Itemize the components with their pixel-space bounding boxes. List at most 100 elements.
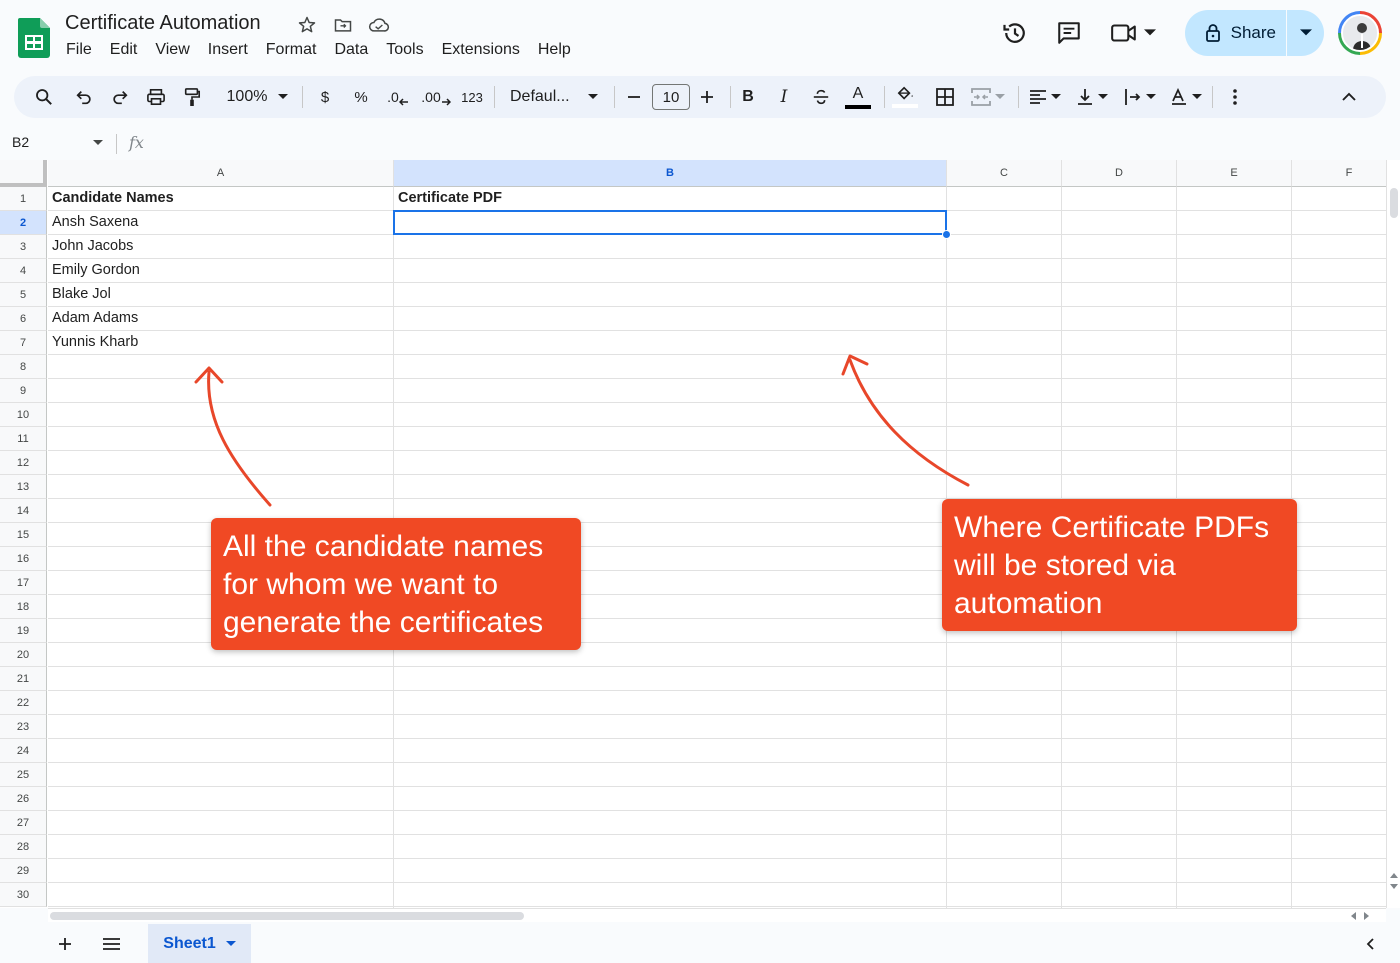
row-header[interactable]: 3	[0, 235, 47, 259]
row-header[interactable]: 27	[0, 811, 47, 835]
row-header[interactable]: 18	[0, 595, 47, 619]
menu-format[interactable]: Format	[266, 41, 317, 59]
cell-b7[interactable]	[394, 331, 947, 354]
explore-collapse-icon[interactable]	[1366, 938, 1374, 950]
cell-a1[interactable]: Candidate Names	[48, 187, 394, 210]
fill-handle[interactable]	[942, 230, 951, 239]
row-header[interactable]: 8	[0, 355, 47, 379]
cell-b24[interactable]	[394, 739, 947, 762]
cell-b6[interactable]	[394, 307, 947, 330]
cell-a12[interactable]	[48, 451, 394, 474]
zoom-caret-icon[interactable]	[276, 76, 290, 118]
cell-a30[interactable]	[48, 883, 394, 906]
name-box-caret-icon[interactable]	[93, 140, 103, 146]
row-header[interactable]: 5	[0, 283, 47, 307]
cell-a23[interactable]	[48, 715, 394, 738]
cell-b13[interactable]	[394, 475, 947, 498]
cell-a27[interactable]	[48, 811, 394, 834]
cell-b10[interactable]	[394, 403, 947, 426]
name-box[interactable]: B2	[12, 134, 29, 150]
cell-a22[interactable]	[48, 691, 394, 714]
row-header[interactable]: 21	[0, 667, 47, 691]
font-size-input[interactable]: 10	[652, 84, 690, 110]
undo-icon[interactable]	[70, 76, 98, 118]
cell-a28[interactable]	[48, 835, 394, 858]
sheet-tab[interactable]: Sheet1	[148, 924, 251, 963]
row-header[interactable]: 20	[0, 643, 47, 667]
row-header[interactable]: 2	[0, 211, 47, 235]
share-dropdown[interactable]	[1286, 10, 1324, 56]
cell-b12[interactable]	[394, 451, 947, 474]
scroll-up-icon[interactable]	[1390, 872, 1398, 878]
scroll-left-icon[interactable]	[1350, 912, 1356, 920]
cell-a25[interactable]	[48, 763, 394, 786]
row-header[interactable]: 30	[0, 883, 47, 907]
cell-a6[interactable]: Adam Adams	[48, 307, 394, 330]
zoom-select[interactable]: 100%	[218, 76, 276, 118]
menu-view[interactable]: View	[155, 41, 189, 59]
menu-data[interactable]: Data	[334, 41, 368, 59]
row-header[interactable]: 15	[0, 523, 47, 547]
cloud-status-icon[interactable]	[368, 14, 390, 36]
strikethrough-icon[interactable]	[810, 76, 832, 118]
font-family-select[interactable]: Defaul...	[510, 76, 576, 118]
cell-b27[interactable]	[394, 811, 947, 834]
scroll-right-icon[interactable]	[1364, 912, 1370, 920]
star-icon[interactable]	[296, 14, 318, 36]
document-title[interactable]: Certificate Automation	[65, 12, 261, 35]
cell-a3[interactable]: John Jacobs	[48, 235, 394, 258]
cell-b28[interactable]	[394, 835, 947, 858]
text-wrapping-icon[interactable]	[1120, 76, 1160, 118]
menu-tools[interactable]: Tools	[386, 41, 423, 59]
sheets-logo[interactable]	[18, 18, 50, 58]
version-history-icon[interactable]	[995, 11, 1035, 55]
cell-b5[interactable]	[394, 283, 947, 306]
row-header[interactable]: 11	[0, 427, 47, 451]
collapse-toolbar-icon[interactable]	[1336, 76, 1362, 118]
cell-a5[interactable]: Blake Jol	[48, 283, 394, 306]
text-rotation-icon[interactable]	[1166, 76, 1206, 118]
cell-b21[interactable]	[394, 667, 947, 690]
more-formats-button[interactable]: 123	[458, 76, 486, 118]
cell-b8[interactable]	[394, 355, 947, 378]
add-sheet-icon[interactable]	[58, 937, 72, 951]
cell-a8[interactable]	[48, 355, 394, 378]
all-sheets-icon[interactable]	[103, 938, 120, 950]
row-header[interactable]: 6	[0, 307, 47, 331]
increase-decimal-button[interactable]: .00	[420, 76, 452, 118]
row-header[interactable]: 19	[0, 619, 47, 643]
column-header-f[interactable]: F	[1292, 160, 1386, 187]
column-header-a[interactable]: A	[48, 160, 394, 187]
row-header[interactable]: 7	[0, 331, 47, 355]
row-header[interactable]: 26	[0, 787, 47, 811]
move-folder-icon[interactable]	[332, 14, 354, 36]
cell-a13[interactable]	[48, 475, 394, 498]
borders-icon[interactable]	[932, 76, 958, 118]
horizontal-scroll-thumb[interactable]	[50, 912, 524, 920]
row-header[interactable]: 22	[0, 691, 47, 715]
font-caret-icon[interactable]	[586, 76, 600, 118]
increase-font-size-icon[interactable]	[697, 76, 717, 118]
row-header[interactable]: 17	[0, 571, 47, 595]
cell-b30[interactable]	[394, 883, 947, 906]
vertical-scrollbar[interactable]	[1386, 160, 1400, 908]
row-header[interactable]: 13	[0, 475, 47, 499]
select-all-corner[interactable]	[0, 160, 47, 187]
row-header[interactable]: 10	[0, 403, 47, 427]
cell-b29[interactable]	[394, 859, 947, 882]
row-header[interactable]: 16	[0, 547, 47, 571]
cell-a26[interactable]	[48, 787, 394, 810]
sheet-tab-caret-icon[interactable]	[225, 940, 236, 947]
more-options-icon[interactable]	[1224, 76, 1246, 118]
cell-a21[interactable]	[48, 667, 394, 690]
cell-b26[interactable]	[394, 787, 947, 810]
formula-input[interactable]	[160, 134, 1380, 154]
cell-a9[interactable]	[48, 379, 394, 402]
scroll-down-icon[interactable]	[1390, 884, 1398, 890]
row-header[interactable]: 25	[0, 763, 47, 787]
cell-b4[interactable]	[394, 259, 947, 282]
column-header-b[interactable]: B	[394, 160, 947, 187]
comments-icon[interactable]	[1049, 11, 1089, 55]
row-header[interactable]: 14	[0, 499, 47, 523]
vertical-align-icon[interactable]	[1072, 76, 1112, 118]
